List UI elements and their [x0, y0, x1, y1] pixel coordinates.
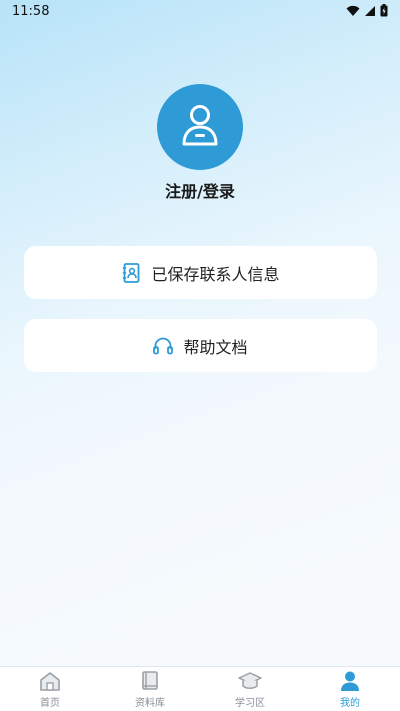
status-bar: 11:58 [0, 0, 400, 22]
saved-contacts-label: 已保存联系人信息 [151, 264, 280, 284]
tab-library-label: 资料库 [135, 697, 165, 709]
tab-mine[interactable]: 我的 [300, 667, 400, 711]
battery-icon [380, 2, 388, 21]
help-docs-label: 帮助文档 [183, 337, 248, 357]
home-icon [38, 670, 62, 692]
status-icons [346, 2, 388, 21]
graduation-cap-icon [238, 670, 262, 692]
status-time: 11:58 [12, 3, 50, 19]
help-docs-button[interactable]: 帮助文档 [24, 319, 377, 372]
book-icon [138, 670, 162, 692]
tab-home-label: 首页 [40, 697, 60, 709]
wifi-icon [346, 2, 360, 21]
user-avatar-icon [180, 103, 220, 151]
bottom-tab-bar: 首页 资料库 学习区 我的 [0, 666, 400, 711]
avatar[interactable] [157, 84, 243, 170]
saved-contacts-button[interactable]: 已保存联系人信息 [24, 246, 377, 299]
headphones-icon [153, 336, 174, 356]
signal-icon [364, 2, 376, 21]
user-icon [338, 670, 362, 692]
tab-study[interactable]: 学习区 [200, 667, 300, 711]
contacts-book-icon [121, 262, 141, 283]
tab-mine-label: 我的 [340, 697, 360, 709]
tab-home[interactable]: 首页 [0, 667, 100, 711]
tab-study-label: 学习区 [235, 697, 265, 709]
login-register-link[interactable]: 注册/登录 [0, 178, 400, 202]
tab-library[interactable]: 资料库 [100, 667, 200, 711]
